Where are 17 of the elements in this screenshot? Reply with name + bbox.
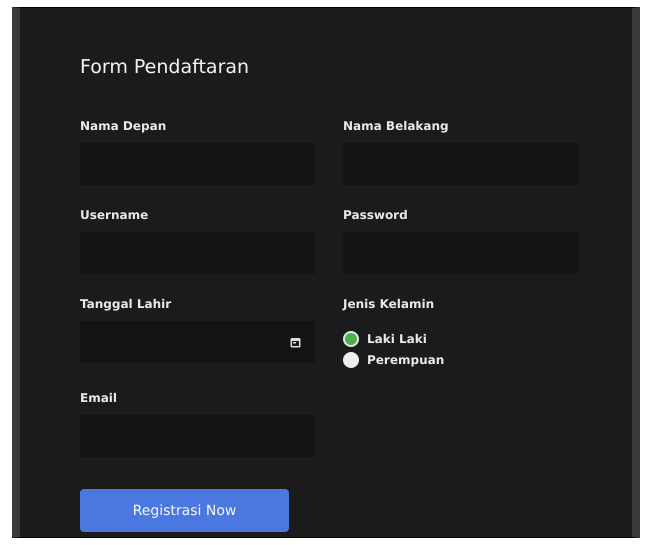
field-label: Jenis Kelamin: [343, 296, 436, 312]
field-label: Nama Depan: [80, 118, 168, 134]
radio-option[interactable]: Perempuan: [343, 352, 578, 368]
radio-label: Perempuan: [367, 353, 444, 367]
calendar-icon[interactable]: [290, 336, 301, 348]
radio-button[interactable]: [343, 352, 359, 368]
field-label: Username: [80, 207, 150, 223]
field-label: Tanggal Lahir: [80, 296, 172, 312]
radio-option[interactable]: Laki Laki: [343, 331, 578, 347]
field-label: Email: [80, 390, 118, 406]
radio-button[interactable]: [343, 331, 359, 347]
radio-label: Laki Laki: [367, 332, 427, 346]
field-label: Nama Belakang: [343, 118, 450, 134]
register-button[interactable]: Registrasi Now: [80, 489, 289, 532]
date-field[interactable]: [80, 321, 315, 363]
field-label: Password: [343, 207, 409, 223]
form-title: Form Pendaftaran: [80, 56, 250, 78]
